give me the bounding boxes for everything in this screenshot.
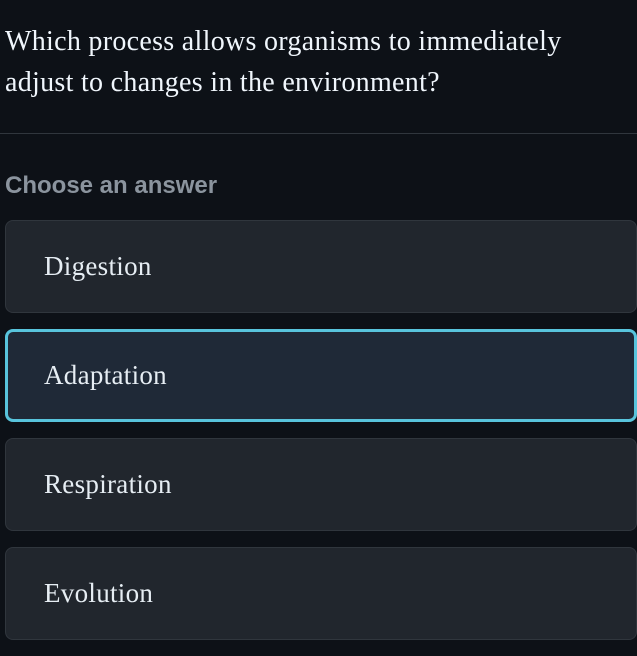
answer-option-respiration[interactable]: Respiration bbox=[5, 438, 637, 531]
answer-option-digestion[interactable]: Digestion bbox=[5, 220, 637, 313]
answer-option-evolution[interactable]: Evolution bbox=[5, 547, 637, 640]
answers-container: Digestion Adaptation Respiration Evoluti… bbox=[0, 220, 637, 640]
question-text: Which process allows organisms to immedi… bbox=[0, 0, 637, 133]
answer-option-adaptation[interactable]: Adaptation bbox=[5, 329, 637, 422]
choose-answer-label: Choose an answer bbox=[0, 134, 637, 220]
